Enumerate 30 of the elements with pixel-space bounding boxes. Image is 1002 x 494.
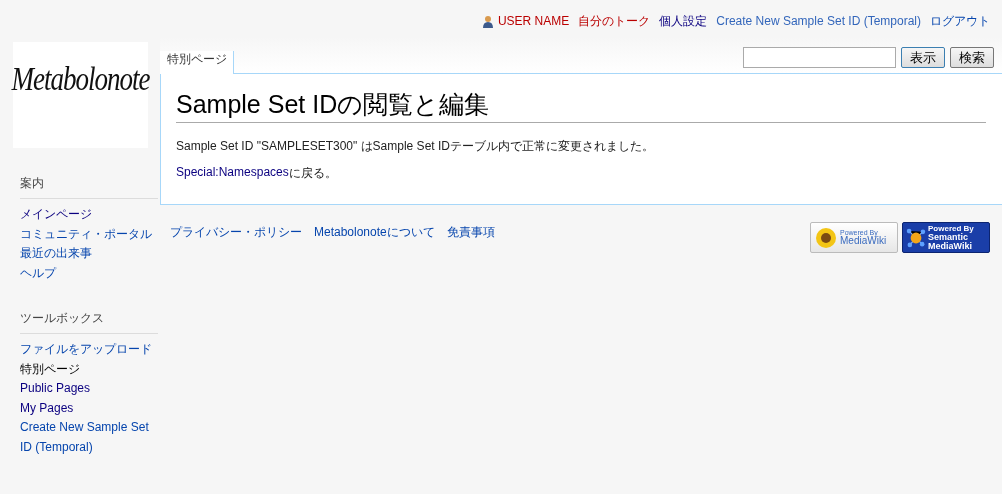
sidebar-link[interactable]: 特別ページ [20,359,155,379]
personal-link[interactable]: USER NAME [481,5,570,37]
sidebar-heading: 案内 [20,175,158,199]
sidebar-link[interactable]: メインページ [20,205,155,225]
return-link[interactable]: Special:Namespaces [176,165,289,182]
sidebar-link[interactable]: Public Pages [20,379,155,399]
footer-link[interactable]: 免責事項 [446,224,495,241]
footer-link[interactable]: プライバシー・ポリシー [170,224,302,241]
sidebar-heading: ツールボックス [20,310,158,334]
footer-link[interactable]: Metabolonoteについて [314,224,435,241]
return-text: に戻る。 [288,165,337,182]
personal-link[interactable]: 自分のトーク [578,5,651,37]
sidebar-link[interactable]: My Pages [20,398,155,418]
personal-link[interactable]: Create New Sample Set ID (Temporal) [716,5,921,37]
search-button[interactable]: 検索 [950,47,994,68]
search-field[interactable] [743,47,896,68]
page-title: Sample Set IDの閲覧と編集 [176,88,986,123]
message-text: Sample Set ID "SAMPLESET300" はSample Set IDテーブル内で正常に変更されました。 [176,138,655,155]
sidebar-link[interactable]: コミュニティ・ポータル [20,224,155,244]
page-tab[interactable]: 特別ページ [160,51,234,74]
personal-link[interactable]: 個人設定 [659,5,708,37]
sidebar-link[interactable]: ヘルプ [20,263,155,283]
sidebar-link[interactable]: 最近の出来事 [20,244,155,264]
sunflower-icon [814,225,838,250]
sidebar-link[interactable]: Create New Sample Set ID (Temporal) [20,418,155,457]
go-button[interactable]: 表示 [901,47,945,68]
logo[interactable]: Metabolonote [13,42,148,148]
powered-by-badge[interactable]: Powered By Semantic MediaWiki [902,222,990,253]
personal-link[interactable]: ログアウト [930,5,990,37]
sidebar-link[interactable]: ファイルをアップロード [20,340,155,360]
